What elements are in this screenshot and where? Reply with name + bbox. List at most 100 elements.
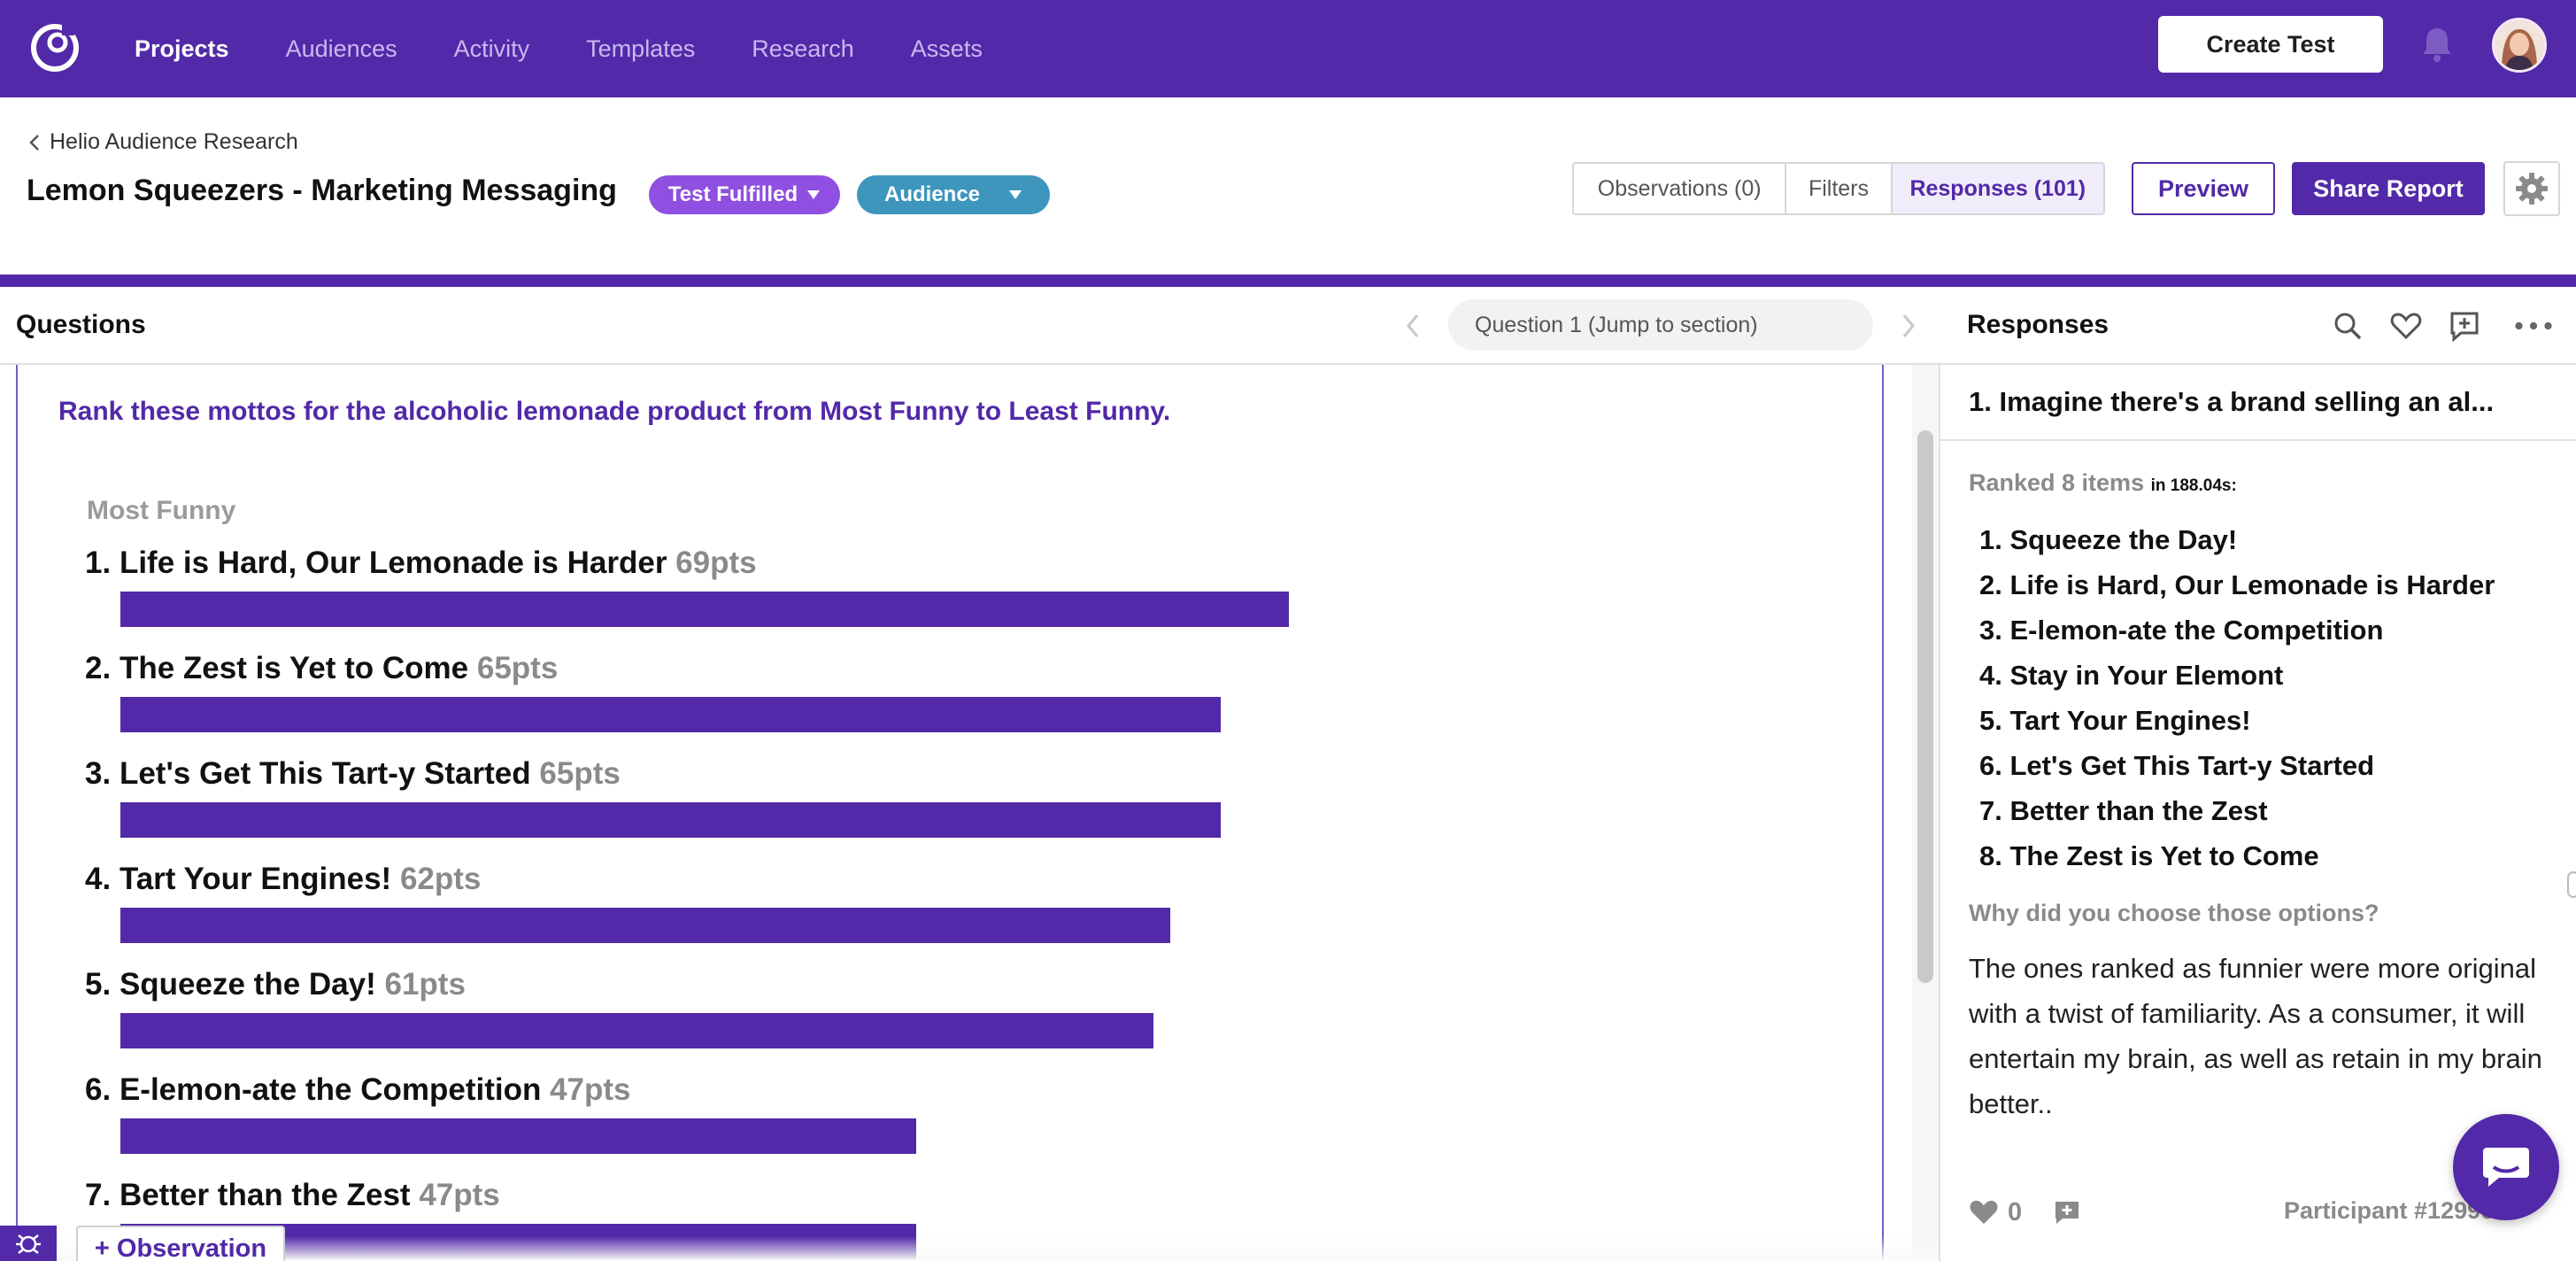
page-title: Lemon Squeezers - Marketing Messaging xyxy=(27,174,617,207)
chevron-right-icon xyxy=(1902,314,1915,337)
breadcrumb[interactable]: Helio Audience Research xyxy=(28,129,298,155)
response-question[interactable]: 1. Imagine there's a brand selling an al… xyxy=(1940,365,2576,441)
ranking-bar xyxy=(120,908,1170,943)
gear-icon xyxy=(2516,173,2548,205)
ranked-time: in 188.04s: xyxy=(2150,476,2237,495)
status-dropdown[interactable]: Test Fulfilled xyxy=(649,175,840,214)
tab-responses[interactable]: Responses (101) xyxy=(1892,164,2103,213)
settings-button[interactable] xyxy=(2503,161,2560,216)
list-item: 2. Life is Hard, Our Lemonade is Harder xyxy=(1979,569,2495,600)
search-icon xyxy=(2334,313,2362,340)
bell-icon[interactable] xyxy=(2419,25,2455,64)
caret-down-icon xyxy=(1009,190,1022,199)
response-ranking-list: 1. Squeeze the Day! 2. Life is Hard, Our… xyxy=(1979,524,2495,886)
motto-text: Better than the Zest xyxy=(119,1178,411,1212)
preview-button[interactable]: Preview xyxy=(2132,162,2275,215)
next-question-button[interactable] xyxy=(1891,306,1926,345)
motto-points: 65pts xyxy=(539,756,621,791)
ranking-label: 6. E-lemon-ate the Competition 47pts xyxy=(85,1072,1413,1108)
ranking-row: 5. Squeeze the Day! 61pts xyxy=(85,967,1413,1048)
comment-icon[interactable] xyxy=(2054,1199,2080,1226)
list-item: 3. E-lemon-ate the Competition xyxy=(1979,615,2384,646)
search-button[interactable] xyxy=(2328,306,2367,345)
list-item: 8. The Zest is Yet to Come xyxy=(1979,840,2319,871)
add-observation-button[interactable]: + Observation xyxy=(76,1226,285,1261)
responses-title: Responses xyxy=(1967,310,2109,339)
main-nav: Projects Audiences Activity Templates Re… xyxy=(135,0,983,97)
rank-number: 4. xyxy=(85,862,112,896)
audience-dropdown[interactable]: Audience xyxy=(857,175,1050,214)
prev-question-button[interactable] xyxy=(1395,306,1431,345)
ranking-label: 3. Let's Get This Tart-y Started 65pts xyxy=(85,756,1413,792)
motto-points: 47pts xyxy=(550,1072,631,1107)
questions-scrollbar[interactable] xyxy=(1917,430,1933,983)
chat-icon xyxy=(2483,1148,2529,1187)
like-count: 0 xyxy=(2008,1197,2023,1226)
questions-title: Questions xyxy=(16,310,146,339)
motto-text: The Zest is Yet to Come xyxy=(119,651,469,685)
heart-outline-icon xyxy=(2390,313,2422,340)
tab-observations[interactable]: Observations (0) xyxy=(1574,164,1787,213)
nav-item-templates[interactable]: Templates xyxy=(586,35,695,63)
rank-number: 6. xyxy=(85,1072,112,1107)
view-toggle: Observations (0) Filters Responses (101) xyxy=(1572,162,2105,215)
rank-number: 7. xyxy=(85,1178,112,1212)
question-results-panel: Rank these mottos for the alcoholic lemo… xyxy=(16,365,1884,1261)
panel-resize-handle[interactable] xyxy=(2567,871,2576,898)
create-test-button[interactable]: Create Test xyxy=(2158,16,2383,73)
ranking-bar xyxy=(120,697,1221,732)
tab-filters[interactable]: Filters xyxy=(1786,164,1893,213)
question-text: Rank these mottos for the alcoholic lemo… xyxy=(58,397,1171,426)
ranking-row: 7. Better than the Zest 47pts xyxy=(85,1178,1413,1259)
user-avatar[interactable] xyxy=(2492,18,2547,73)
list-item: 7. Better than the Zest xyxy=(1979,795,2268,826)
responses-header: Responses xyxy=(1939,287,2576,365)
nav-item-projects[interactable]: Projects xyxy=(135,35,229,63)
ranking-label: 4. Tart Your Engines! 62pts xyxy=(85,862,1413,897)
ranking-row: 1. Life is Hard, Our Lemonade is Harder … xyxy=(85,545,1413,627)
heart-icon[interactable] xyxy=(1969,1199,1999,1226)
nav-item-activity[interactable]: Activity xyxy=(454,35,530,63)
nav-item-research[interactable]: Research xyxy=(752,35,854,63)
breadcrumb-label: Helio Audience Research xyxy=(50,129,298,154)
more-options-button[interactable] xyxy=(2514,306,2553,345)
share-report-button[interactable]: Share Report xyxy=(2292,162,2485,215)
response-answer: The ones ranked as funnier were more ori… xyxy=(1969,953,2542,1119)
participant-id[interactable]: Participant #12996 xyxy=(2284,1197,2494,1225)
status-label: Test Fulfilled xyxy=(667,182,798,206)
motto-text: Let's Get This Tart-y Started xyxy=(119,756,531,791)
bottom-fade xyxy=(0,1236,1939,1261)
ranking-bar xyxy=(120,592,1289,627)
follow-up-question: Why did you choose those options? xyxy=(1969,900,2379,926)
motto-text: E-lemon-ate the Competition xyxy=(119,1072,542,1107)
nav-item-audiences[interactable]: Audiences xyxy=(286,35,397,63)
debug-button[interactable] xyxy=(0,1226,57,1261)
favorite-button[interactable] xyxy=(2387,306,2426,345)
ranking-bar xyxy=(120,802,1221,838)
helio-logo-icon[interactable] xyxy=(27,18,83,74)
motto-text: Squeeze the Day! xyxy=(119,967,376,1002)
list-item: 4. Stay in Your Elemont xyxy=(1979,660,2284,691)
ranking-row: 2. The Zest is Yet to Come 65pts xyxy=(85,651,1413,732)
rank-number: 2. xyxy=(85,651,112,685)
top-navigation-bar: Projects Audiences Activity Templates Re… xyxy=(0,0,2576,97)
ranking-label: 2. The Zest is Yet to Come 65pts xyxy=(85,651,1413,686)
ranked-meta: Ranked 8 items in 188.04s: xyxy=(1969,469,2237,497)
list-item: 6. Let's Get This Tart-y Started xyxy=(1979,750,2375,781)
add-comment-button[interactable] xyxy=(2445,306,2484,345)
section-divider xyxy=(0,275,2576,287)
ranking-bar xyxy=(120,1118,916,1154)
ranking-label: 1. Life is Hard, Our Lemonade is Harder … xyxy=(85,545,1413,581)
motto-points: 65pts xyxy=(476,651,559,685)
chat-support-button[interactable] xyxy=(2453,1114,2559,1220)
list-item: 5. Tart Your Engines! xyxy=(1979,705,2251,736)
ranking-row: 3. Let's Get This Tart-y Started 65pts xyxy=(85,756,1413,838)
nav-item-assets[interactable]: Assets xyxy=(911,35,983,63)
motto-points: 62pts xyxy=(399,862,482,896)
jump-to-section-select[interactable]: Question 1 (Jump to section) xyxy=(1448,299,1873,351)
motto-text: Life is Hard, Our Lemonade is Harder xyxy=(119,545,667,580)
motto-text: Tart Your Engines! xyxy=(119,862,392,896)
chevron-left-icon xyxy=(1407,314,1419,337)
motto-points: 47pts xyxy=(419,1178,500,1212)
ranked-count: Ranked 8 items xyxy=(1969,469,2145,496)
